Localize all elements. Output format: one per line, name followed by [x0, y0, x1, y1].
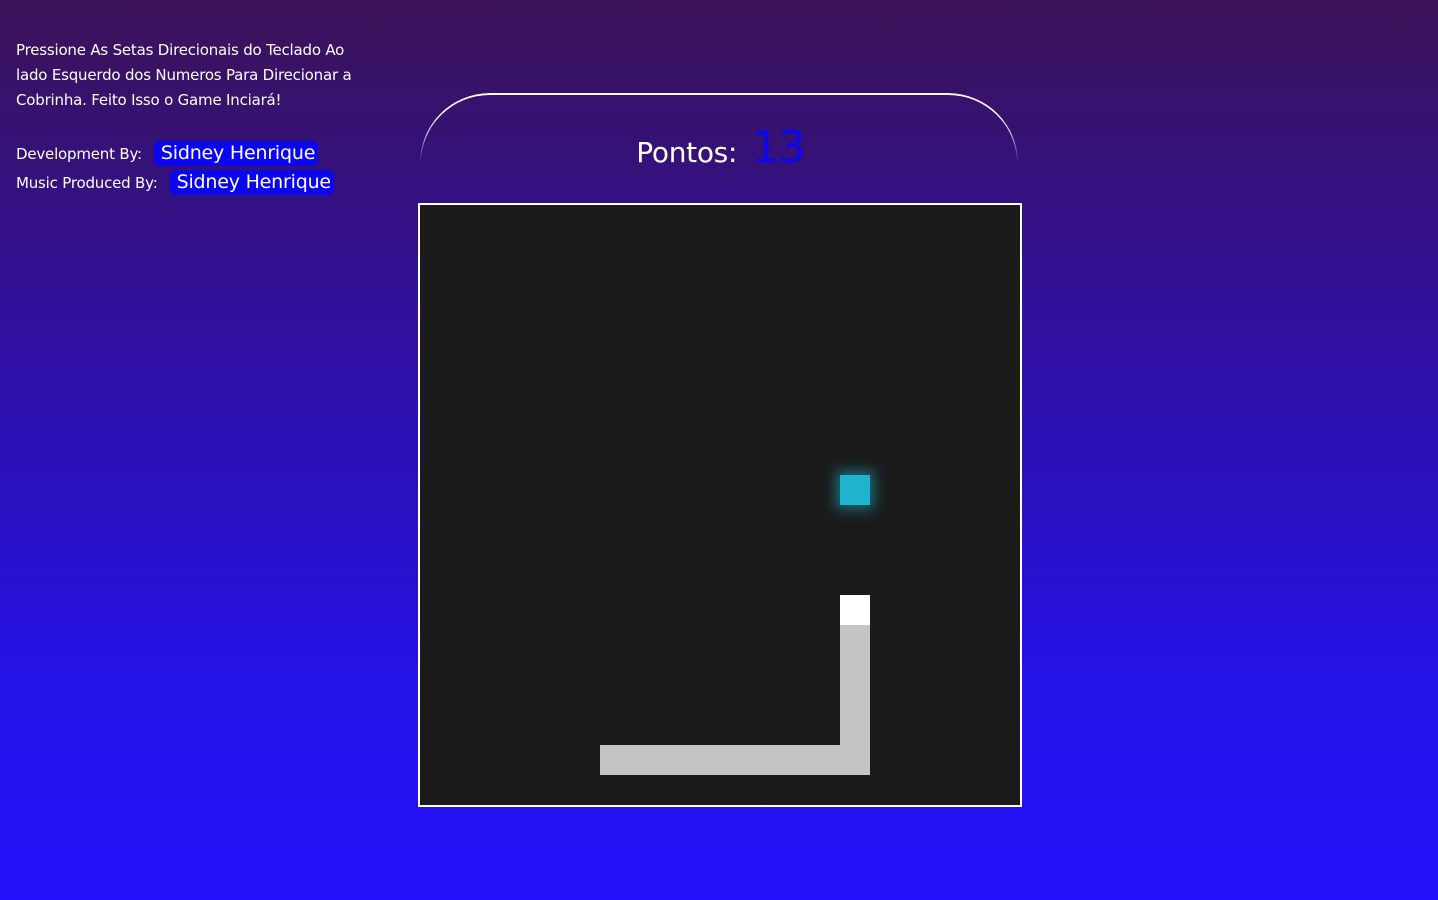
snake-body-segment	[720, 745, 750, 775]
snake-body-segment	[780, 745, 810, 775]
snake-body-segment	[690, 745, 720, 775]
snake-body-segment	[840, 745, 870, 775]
snake-body-segment	[840, 655, 870, 685]
credit-row-music: Music Produced By: Sidney Henrique	[16, 168, 366, 197]
food-item	[840, 475, 870, 505]
snake-body-segment	[840, 715, 870, 745]
developer-link[interactable]: Sidney Henrique	[153, 141, 319, 166]
credit-label-music: Music Produced By:	[16, 173, 158, 192]
info-panel: Pressione As Setas Direcionais do Teclad…	[16, 38, 366, 197]
snake-head	[840, 595, 870, 625]
game-board[interactable]	[418, 203, 1022, 807]
instructions-text: Pressione As Setas Direcionais do Teclad…	[16, 41, 352, 109]
score-display: Pontos: 13	[420, 122, 1020, 173]
credit-label-development: Development By:	[16, 144, 142, 163]
snake-body-segment	[840, 625, 870, 655]
snake-body-segment	[810, 745, 840, 775]
score-label: Pontos:	[636, 136, 738, 169]
snake-body-segment	[750, 745, 780, 775]
snake-body-segment	[600, 745, 630, 775]
snake-body-segment	[840, 685, 870, 715]
credits: Development By: Sidney Henrique Music Pr…	[16, 139, 366, 197]
credit-row-development: Development By: Sidney Henrique	[16, 139, 366, 168]
snake-body-segment	[630, 745, 660, 775]
snake-body-segment	[660, 745, 690, 775]
music-producer-link[interactable]: Sidney Henrique	[169, 170, 334, 195]
score-value: 13	[751, 122, 806, 173]
